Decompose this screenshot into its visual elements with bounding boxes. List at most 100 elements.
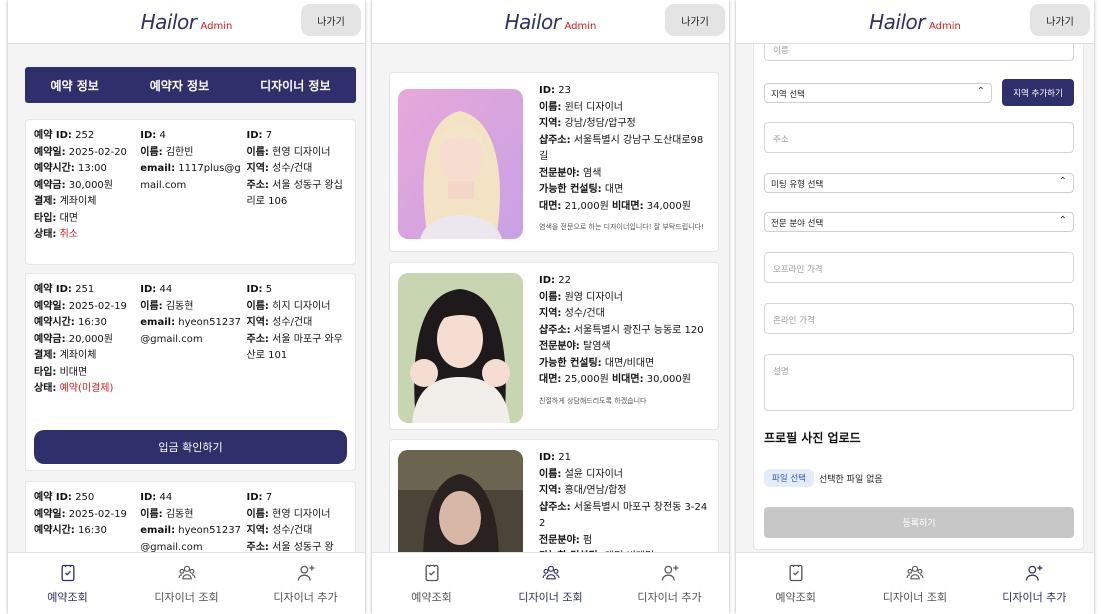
field-row: 예약시간: 16:30	[34, 315, 140, 332]
field-row: 지역: 강남/청담/압구정	[539, 116, 712, 133]
chevron-updown-icon: ⌃	[1058, 215, 1067, 226]
users-icon	[178, 565, 195, 579]
nav-reservations[interactable]: 예약조회	[372, 553, 491, 614]
offline-price-input[interactable]: 오프라인 가격	[764, 252, 1074, 283]
app-logo: Hailor Admin	[869, 9, 961, 34]
designer-list-screen: Hailor Admin 나가기 ID: 23 이름: 윈터 디자이너 지역: 강남/…	[372, 0, 729, 614]
add-designer-form-area[interactable]: 이름 지역 선택 ⌃ 지역 추가하기 주소 미팅 유형 선택 ⌃ 전문 분야 선택 ⌃…	[736, 44, 1094, 552]
field-value: 2025-02-19	[68, 508, 127, 520]
field-value: 윈터 디자이너	[564, 101, 623, 113]
designer-card[interactable]: ID: 23 이름: 윈터 디자이너 지역: 강남/청담/압구정 샵주소: 서울특별시…	[389, 72, 719, 252]
field-row: 지역: 성수/건대	[247, 523, 347, 540]
field-key: ID:	[539, 85, 556, 96]
nav-label: 예약조회	[411, 590, 452, 604]
designer-card[interactable]: ID: 22 이름: 원영 디자이너 지역: 성수/건대 샵주소: 서울특별시 광진구…	[389, 262, 719, 430]
exit-button[interactable]: 나가기	[665, 4, 725, 36]
reservation-info-column: 예약 ID: 251 예약일: 2025-02-19 예약시간: 16:30 예약금:…	[34, 282, 140, 398]
field-value: 13:00	[78, 163, 107, 174]
nav-designers[interactable]: 디자이너 조회	[491, 553, 610, 614]
field-key: ID:	[246, 492, 263, 503]
form-card: 이름 지역 선택 ⌃ 지역 추가하기 주소 미팅 유형 선택 ⌃ 전문 분야 선택 ⌃…	[753, 44, 1084, 550]
field-value: 20,000원	[68, 333, 113, 345]
reservation-card: 예약 ID: 252 예약일: 2025-02-20 예약시간: 13:00 예약금:…	[25, 119, 356, 265]
nav-designers[interactable]: 디자이너 조회	[855, 553, 974, 614]
submit-button[interactable]: 등록하기	[764, 507, 1074, 538]
field-value: 원영 디자이너	[564, 291, 623, 303]
meeting-type-select[interactable]: 미팅 유형 선택 ⌃	[764, 173, 1074, 193]
address-input[interactable]: 주소	[764, 122, 1074, 153]
field-value: 7	[265, 130, 273, 141]
field-row: 결제: 계좌이체	[34, 194, 140, 211]
reservation-list[interactable]: 예약 정보 예약자 정보 디자이너 정보 예약 ID: 252 예약일: 2025…	[8, 44, 365, 552]
field-row: 이름: 히지 디자이너	[247, 299, 347, 316]
user-plus-icon	[1026, 565, 1043, 581]
price-value: 34,000원	[646, 200, 691, 212]
field-value: 2025-02-19	[68, 300, 127, 312]
field-row: 상태: 취소	[34, 227, 140, 244]
field-key: 지역:	[246, 525, 269, 536]
field-key: email:	[140, 163, 176, 174]
field-key: 전문분야:	[539, 341, 580, 352]
field-row: 가능한 컨설팅: 대면/비대면	[539, 356, 712, 373]
nav-add-designer[interactable]: 디자이너 추가	[246, 553, 365, 614]
app-header: Hailor Admin 나가기	[8, 0, 365, 44]
confirm-deposit-button[interactable]: 입금 확인하기	[34, 430, 347, 464]
field-key: 가능한 컨설팅:	[539, 357, 602, 369]
exit-button[interactable]: 나가기	[1030, 4, 1090, 36]
file-select-button[interactable]: 파일 선택	[764, 469, 814, 487]
field-row: ID: 5	[247, 282, 347, 299]
field-value: 강남/청담/압구정	[564, 118, 636, 129]
field-row: 이름: 윈터 디자이너	[539, 100, 712, 117]
nav-reservations[interactable]: 예약조회	[736, 553, 855, 614]
field-key: 타입:	[34, 212, 57, 224]
field-key: 예약 ID:	[34, 492, 72, 503]
nav-label: 예약조회	[47, 590, 88, 604]
price-value: 21,000원	[564, 200, 609, 212]
price-row: 대면: 21,000원 비대면: 34,000원	[539, 199, 712, 216]
field-key: 샵주소:	[539, 324, 571, 336]
field-row: 주소: 서울 마포구 와우산로 101	[247, 332, 347, 365]
field-value: 김한빈	[165, 146, 194, 158]
field-key: ID:	[246, 130, 263, 141]
field-key: 이름:	[246, 146, 269, 158]
designer-photo	[398, 273, 523, 423]
price-value: 30,000원	[646, 374, 691, 385]
online-price-input[interactable]: 온라인 가격	[764, 303, 1074, 334]
designer-card[interactable]: ID: 21 이름: 설윤 디자이너 지역: 홍대/연남/합정 샵주소: 서울특별시 …	[389, 439, 719, 552]
designer-photo	[398, 89, 523, 239]
users-icon	[542, 565, 559, 579]
customer-info-column: ID: 44 이름: 김동현 email: hyeon51237@gmail.com	[140, 490, 246, 552]
field-row: 예약일: 2025-02-19	[34, 507, 140, 524]
customer-info-column: ID: 4 이름: 김한빈 email: 1117plus@gmail.com	[140, 128, 246, 244]
bottom-nav: 예약조회 디자이너 조회 디자이너 추가	[736, 552, 1094, 614]
field-row: 예약 ID: 251	[34, 282, 140, 299]
field-key: 샵주소:	[539, 134, 571, 146]
reservation-columns: 예약 ID: 251 예약일: 2025-02-19 예약시간: 16:30 예약금:…	[26, 274, 355, 398]
add-region-button[interactable]: 지역 추가하기	[1002, 79, 1074, 106]
exit-button[interactable]: 나가기	[301, 4, 361, 36]
field-value: 2025-02-20	[68, 146, 127, 158]
field-value: 30,000원	[68, 179, 113, 191]
description-textarea[interactable]: 설명	[764, 354, 1074, 411]
nav-designers[interactable]: 디자이너 조회	[127, 553, 246, 614]
upload-title: 프로필 사진 업로드	[764, 431, 861, 445]
field-key: 예약시간:	[34, 525, 75, 536]
field-key: 이름:	[246, 508, 269, 520]
designer-list[interactable]: ID: 23 이름: 윈터 디자이너 지역: 강남/청담/압구정 샵주소: 서울특별시…	[372, 44, 729, 552]
field-value: 서울 성동구 왕	[272, 541, 334, 553]
field-value: 설윤 디자이너	[564, 468, 623, 480]
field-key: 결제:	[34, 196, 57, 207]
designer-info-column: ID: 5 이름: 히지 디자이너 지역: 성수/건대 주소: 서울 마포구 와우산로…	[247, 282, 347, 398]
nav-reservations[interactable]: 예약조회	[8, 553, 127, 614]
field-key: 예약 ID:	[34, 284, 72, 295]
nav-label: 디자이너 조회	[154, 590, 219, 604]
nav-add-designer[interactable]: 디자이너 추가	[610, 553, 729, 614]
specialty-select[interactable]: 전문 분야 선택 ⌃	[764, 212, 1074, 232]
price-label: 대면:	[539, 374, 562, 385]
field-row: 이름: 김한빈	[140, 145, 246, 162]
nav-add-designer[interactable]: 디자이너 추가	[975, 553, 1094, 614]
field-row: 예약시간: 13:00	[34, 161, 140, 178]
region-select[interactable]: 지역 선택 ⌃	[764, 83, 992, 103]
name-input[interactable]: 이름	[764, 44, 1074, 61]
field-row: 예약금: 20,000원	[34, 332, 140, 349]
